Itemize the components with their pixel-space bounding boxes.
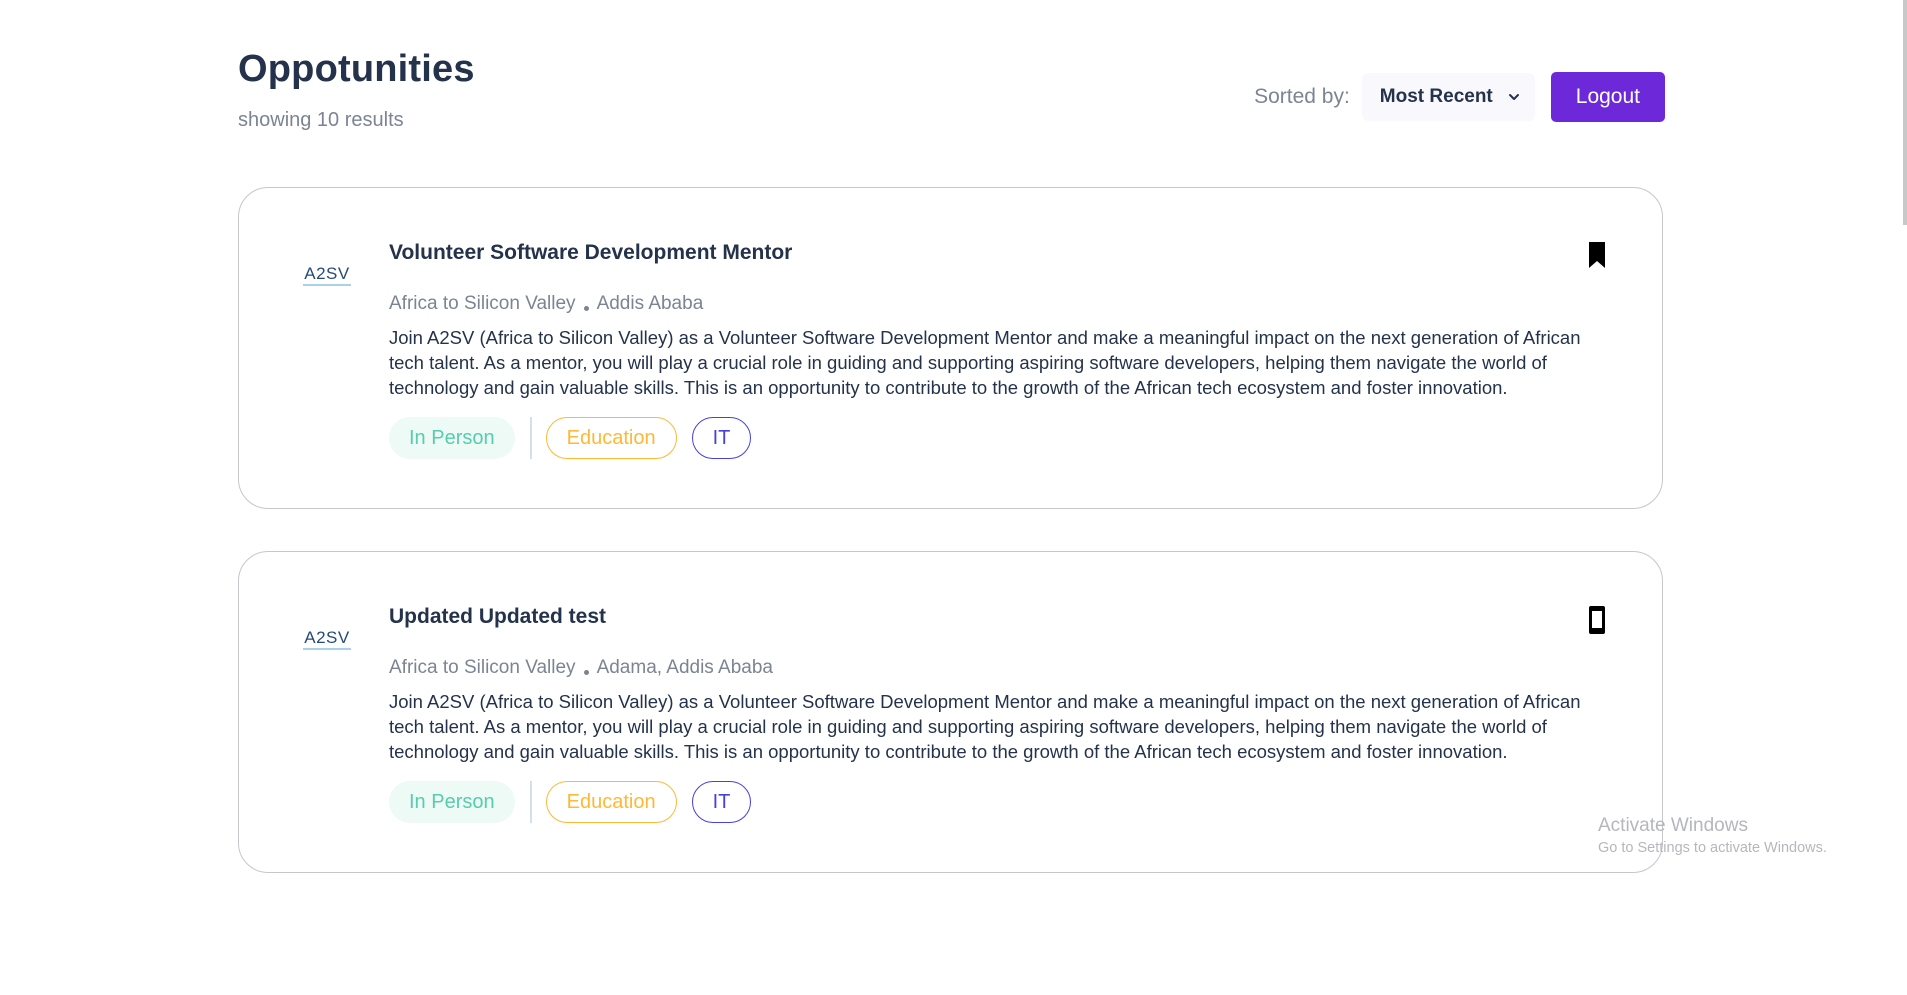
bookmark-filled-icon[interactable] <box>1587 240 1607 272</box>
opportunity-description: Join A2SV (Africa to Silicon Valley) as … <box>389 691 1581 762</box>
page-title: Oppotunities <box>238 48 475 90</box>
main-content: Oppotunities showing 10 results Sorted b… <box>238 0 1665 873</box>
tag-education: Education <box>545 417 677 459</box>
opportunity-title[interactable]: Volunteer Software Development Mentor <box>389 241 792 265</box>
opportunity-meta: Africa to Silicon Valley Adama, Addis Ab… <box>389 657 773 679</box>
tag-in-person: In Person <box>389 781 515 823</box>
opportunity-card[interactable]: A2SV Volunteer Software Development Ment… <box>238 187 1663 509</box>
sort-label: Sorted by: <box>1254 85 1350 108</box>
separator-dot <box>583 669 589 675</box>
tag-it: IT <box>691 781 752 823</box>
separator-dot <box>583 305 589 311</box>
page-header: Oppotunities showing 10 results Sorted b… <box>238 0 1665 187</box>
logout-button[interactable]: Logout <box>1550 72 1665 122</box>
windows-activation-watermark: Activate Windows Go to Settings to activ… <box>1598 814 1827 858</box>
logo-text: A2SV <box>304 628 350 647</box>
tag-list: In Person Education IT <box>389 417 752 459</box>
tag-education: Education <box>545 781 677 823</box>
page: Oppotunities showing 10 results Sorted b… <box>0 0 1907 995</box>
opportunity-title[interactable]: Updated Updated test <box>389 605 606 629</box>
sort-value: Most Recent <box>1379 86 1493 107</box>
scrollbar[interactable] <box>1903 0 1907 225</box>
chevron-down-icon <box>1507 90 1521 104</box>
watermark-title: Activate Windows <box>1598 815 1748 836</box>
location: Adama, Addis Ababa <box>596 657 773 678</box>
tag-in-person: In Person <box>389 417 515 459</box>
location: Addis Ababa <box>596 293 704 314</box>
tag-list: In Person Education IT <box>389 781 752 823</box>
bookmark-outline-icon[interactable] <box>1587 604 1607 636</box>
header-controls: Sorted by: Most Recent Logout <box>1254 72 1665 122</box>
tag-divider <box>529 417 532 459</box>
tag-divider <box>529 781 532 823</box>
opportunity-description: Join A2SV (Africa to Silicon Valley) as … <box>389 327 1581 398</box>
results-count: showing 10 results <box>238 109 404 131</box>
company-name: Africa to Silicon Valley <box>389 293 576 314</box>
tag-it: IT <box>691 417 752 459</box>
opportunity-meta: Africa to Silicon Valley Addis Ababa <box>389 293 703 315</box>
company-name: Africa to Silicon Valley <box>389 657 576 678</box>
company-logo: A2SV <box>303 264 351 286</box>
company-logo: A2SV <box>303 628 351 650</box>
sort-dropdown[interactable]: Most Recent <box>1361 73 1535 121</box>
watermark-subtitle: Go to Settings to activate Windows. <box>1598 840 1827 856</box>
opportunity-card[interactable]: A2SV Updated Updated test Africa to Sili… <box>238 551 1663 873</box>
